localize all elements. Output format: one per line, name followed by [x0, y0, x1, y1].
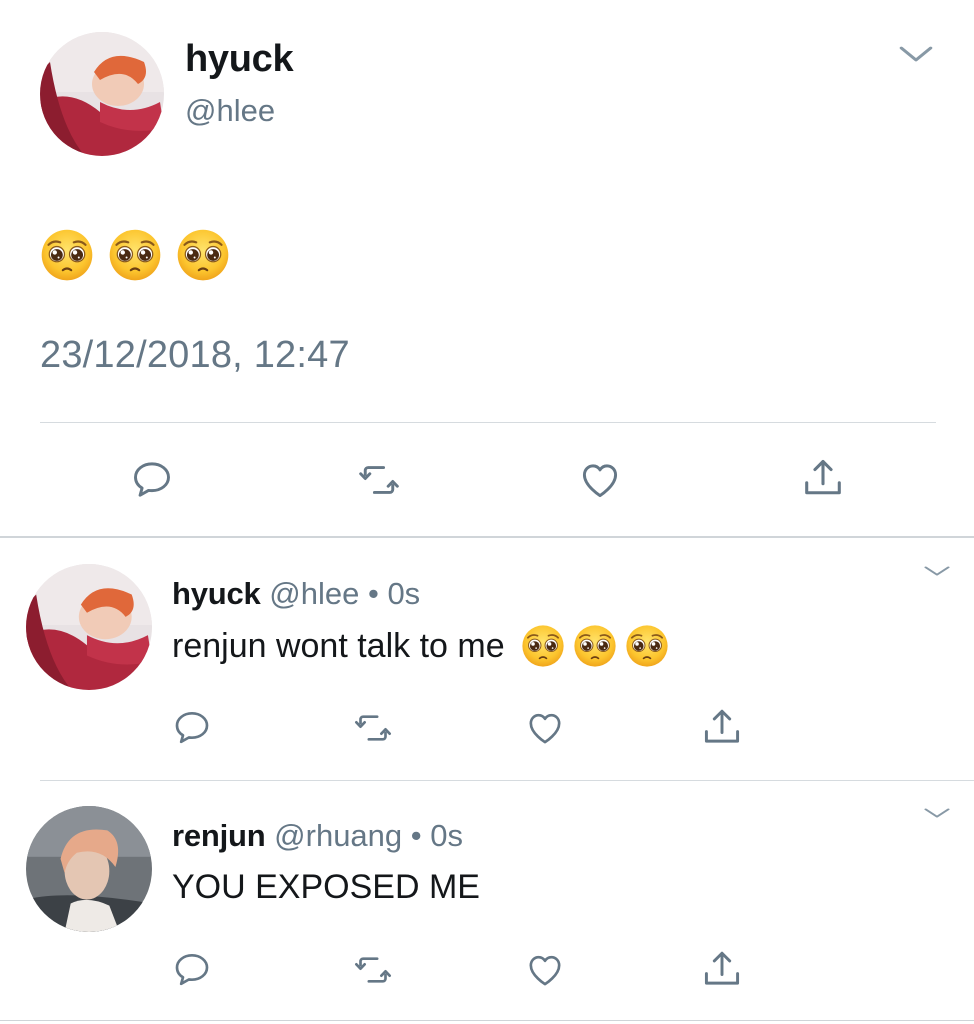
divider	[40, 422, 936, 423]
share-icon[interactable]	[700, 705, 744, 749]
reply-time[interactable]: 0s	[387, 576, 420, 611]
reply-icon[interactable]	[130, 458, 174, 502]
reply-icon[interactable]	[172, 708, 212, 748]
pleading-face-emoji	[108, 228, 162, 282]
share-icon[interactable]	[800, 455, 846, 501]
like-icon[interactable]	[524, 950, 566, 990]
reply-text-content: YOU EXPOSED ME	[172, 868, 480, 906]
reply-author-name[interactable]: renjun	[172, 818, 266, 853]
divider	[0, 1020, 974, 1021]
share-icon[interactable]	[700, 947, 744, 991]
reply-text-content: renjun wont talk to me	[172, 626, 505, 665]
avatar-hyuck[interactable]	[26, 564, 152, 690]
divider	[40, 780, 974, 781]
main-tweet-name[interactable]: hyuck	[185, 38, 294, 81]
section-divider	[0, 536, 974, 538]
avatar-renjun[interactable]	[26, 806, 152, 932]
avatar-hyuck[interactable]	[40, 32, 164, 156]
reply-icon[interactable]	[172, 950, 212, 990]
retweet-icon[interactable]	[350, 708, 396, 748]
reply-author-handle[interactable]: @hlee	[269, 576, 359, 611]
separator-dot: •	[410, 818, 422, 853]
main-tweet-handle[interactable]: @hlee	[185, 93, 275, 129]
avatar-image	[26, 806, 152, 932]
main-tweet-content	[40, 228, 230, 282]
reply-author-handle[interactable]: @rhuang	[274, 818, 402, 853]
chevron-down-icon[interactable]	[920, 560, 954, 582]
reply-text: YOU EXPOSED ME	[172, 868, 480, 907]
reply-time[interactable]: 0s	[430, 818, 463, 853]
pleading-face-emoji	[625, 624, 669, 668]
retweet-icon[interactable]	[355, 458, 403, 502]
avatar-image	[40, 32, 164, 156]
separator-dot: •	[367, 576, 379, 611]
chevron-down-icon[interactable]	[894, 36, 938, 72]
chevron-down-icon[interactable]	[920, 802, 954, 824]
avatar-image	[26, 564, 152, 690]
pleading-face-emoji	[521, 624, 565, 668]
pleading-face-emoji	[40, 228, 94, 282]
pleading-face-emoji	[176, 228, 230, 282]
reply-author-name[interactable]: hyuck	[172, 576, 261, 611]
reply-header: hyuck @hlee • 0s	[172, 576, 420, 612]
reply-text: renjun wont talk to me	[172, 624, 669, 668]
reply-header: renjun @rhuang • 0s	[172, 818, 463, 854]
like-icon[interactable]	[524, 708, 566, 748]
like-icon[interactable]	[578, 458, 622, 502]
tweet-timestamp[interactable]: 23/12/2018, 12:47	[40, 334, 350, 377]
retweet-icon[interactable]	[350, 950, 396, 990]
pleading-face-emoji	[573, 624, 617, 668]
